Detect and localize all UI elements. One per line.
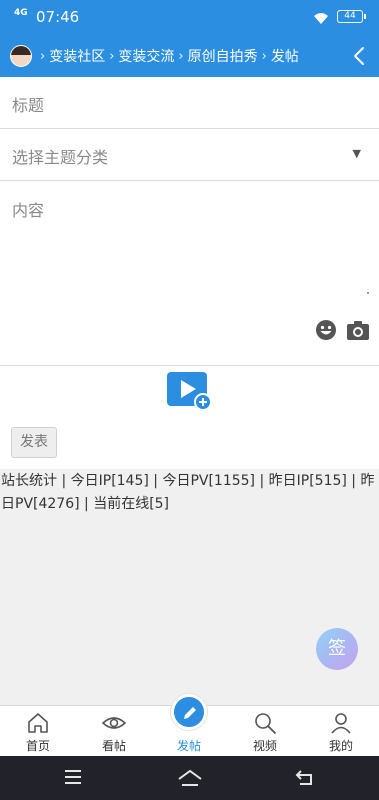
home-nav-icon[interactable] (176, 768, 204, 792)
battery-icon: 44 (337, 10, 366, 23)
tab-video[interactable]: 视频 (227, 706, 303, 757)
avatar[interactable] (10, 45, 32, 67)
back-chevron-icon[interactable] (349, 45, 369, 67)
wifi-icon (313, 10, 329, 29)
camera-icon[interactable] (346, 319, 370, 345)
breadcrumb-item-selfie[interactable]: 原创自拍秀 (188, 46, 258, 66)
home-icon (26, 711, 50, 735)
header-bar: › 变装社区 › 变装交流 › 原创自拍秀 › 发帖 (0, 35, 379, 77)
breadcrumb-separator: › (178, 48, 184, 64)
breadcrumb-item-exchange[interactable]: 变装交流 (118, 46, 174, 66)
sign-in-button[interactable]: 签 (316, 628, 358, 670)
content-placeholder: 内容 (12, 201, 45, 220)
back-nav-icon[interactable] (294, 768, 316, 792)
breadcrumb-item-post: 发帖 (270, 49, 299, 65)
tab-me[interactable]: 我的 (303, 706, 379, 757)
breadcrumb-separator: › (109, 48, 115, 64)
title-input[interactable]: 标题 (0, 77, 379, 129)
pencil-icon (171, 694, 207, 730)
user-icon (329, 711, 353, 735)
bottom-tab-bar: 首页 看帖 发帖 视频 我的 (0, 694, 379, 757)
tab-me-label: 我的 (328, 739, 353, 753)
resize-handle (367, 292, 369, 294)
breadcrumb-separator: › (261, 48, 267, 64)
breadcrumb-separator: › (40, 48, 46, 64)
tab-watch-label: 看帖 (101, 739, 126, 753)
dropdown-caret-icon: ▼ (352, 147, 361, 160)
breadcrumb-item-community[interactable]: 变装社区 (49, 46, 105, 66)
tab-watch[interactable]: 看帖 (76, 706, 152, 757)
title-placeholder: 标题 (12, 96, 45, 115)
emoji-icon[interactable] (315, 319, 337, 345)
content-textarea[interactable]: 内容 (0, 181, 379, 366)
search-icon (253, 711, 277, 735)
system-nav-bar (0, 756, 379, 800)
tab-home-label: 首页 (25, 739, 50, 753)
submit-button[interactable]: 发表 (11, 427, 57, 458)
menu-icon[interactable] (63, 768, 83, 790)
category-placeholder: 选择主题分类 (12, 148, 109, 167)
tab-post[interactable]: 发帖 (151, 694, 227, 757)
eye-icon (101, 711, 127, 735)
network-indicator: 4G (14, 8, 28, 18)
tab-home[interactable]: 首页 (0, 706, 76, 757)
tab-post-label: 发帖 (176, 739, 201, 753)
category-select[interactable]: 选择主题分类 ▼ (0, 129, 379, 181)
clock: 07:46 (36, 8, 80, 26)
add-video-icon[interactable] (166, 371, 212, 411)
status-bar: 4G 07:46 44 (0, 0, 379, 35)
tab-video-label: 视频 (252, 739, 277, 753)
site-stats: 站长统计 | 今日IP[145] | 今日PV[1155] | 昨日IP[515… (1, 473, 375, 512)
